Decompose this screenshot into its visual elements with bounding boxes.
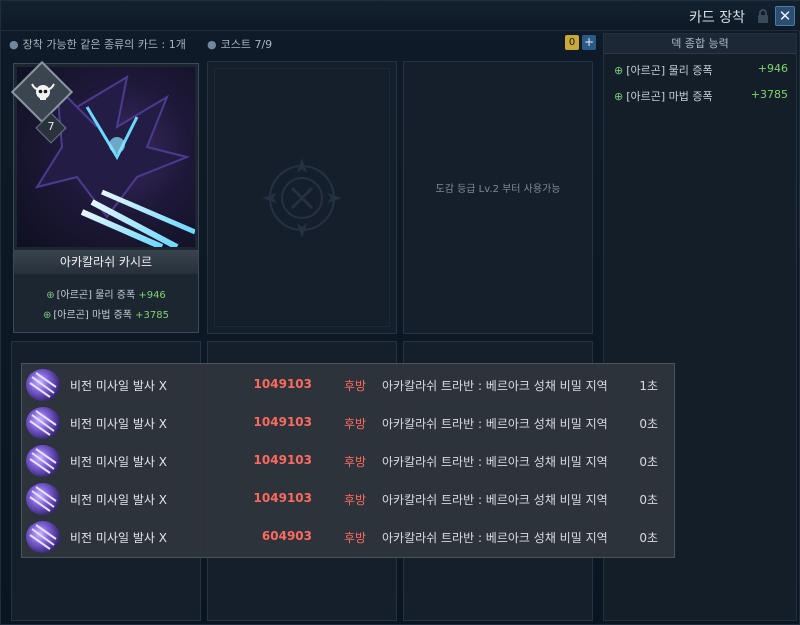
- log-target: 아카칼라쉬 트라반 : 베르아크 성채 비밀 지역: [382, 417, 608, 431]
- log-hit-type: 후방: [344, 379, 367, 393]
- arcane-missile-icon: [26, 483, 60, 515]
- log-hit-type: 후방: [344, 417, 367, 431]
- crosshair-icon: ⊕: [614, 90, 624, 103]
- card-stat-magic: ⊕ [아르곤] 마법 증폭 +3785: [43, 310, 169, 321]
- arcane-missile-icon: [26, 445, 60, 477]
- card-stat-physical: ⊕ [아르곤] 물리 증폭 +946: [46, 290, 166, 301]
- log-time: 1초: [639, 379, 658, 393]
- cost-badge: 0: [565, 35, 579, 50]
- title-bar[interactable]: 카드 장착 ✕: [1, 1, 800, 31]
- deck-stat-magic: ⊕ [아르곤] 마법 증폭 +3785: [614, 88, 788, 103]
- log-skill: 비전 미사일 발사 X: [70, 455, 167, 469]
- card-name: 아카칼라쉬 카시르: [14, 250, 198, 274]
- log-skill: 비전 미사일 발사 X: [70, 531, 167, 545]
- deck-summary-header: 덱 종합 능력: [604, 34, 796, 54]
- log-skill: 비전 미사일 발사 X: [70, 417, 167, 431]
- log-target: 아카칼라쉬 트라반 : 베르아크 성채 비밀 지역: [382, 531, 608, 545]
- log-hit-type: 후방: [344, 493, 367, 507]
- arcane-missile-icon: [26, 369, 60, 401]
- close-icon: ✕: [778, 7, 792, 25]
- card-slot-1[interactable]: 7 아카칼라쉬 카시르 ⊕ [아르곤] 물리 증폭 +946 ⊕ [아르곤] 마법 …: [10, 60, 199, 333]
- arcane-missile-icon: [26, 407, 60, 439]
- log-target: 아카칼라쉬 트라반 : 베르아크 성채 비밀 지역: [382, 455, 608, 469]
- card-slot-2[interactable]: [207, 61, 397, 334]
- deck-stat-physical: ⊕ [아르곤] 물리 증폭 +946: [614, 62, 788, 77]
- log-time: 0초: [639, 531, 658, 545]
- log-row: 비전 미사일 발사 X 1049103 후방 아카칼라쉬 트라반 : 베르아크 …: [22, 442, 676, 480]
- info-bar: ● 장착 가능한 같은 종류의 카드 : 1개 ● 코스트 7/9 0 +: [7, 33, 599, 53]
- log-row: 비전 미사일 발사 X 1049103 후방 아카칼라쉬 트라반 : 베르아크 …: [22, 366, 676, 404]
- log-damage: 1049103: [253, 377, 312, 391]
- crosshair-icon: ⊕: [43, 310, 52, 321]
- log-damage: 1049103: [253, 491, 312, 505]
- locked-slot-note: 도감 등급 Lv.2 부터 사용가능: [435, 184, 561, 195]
- crosshair-icon: ⊕: [614, 64, 624, 77]
- window-title: 카드 장착: [689, 10, 745, 26]
- log-damage: 604903: [261, 529, 312, 543]
- log-skill: 비전 미사일 발사 X: [70, 379, 167, 393]
- same-card-limit: ● 장착 가능한 같은 종류의 카드 : 1개: [9, 38, 186, 51]
- log-skill: 비전 미사일 발사 X: [70, 493, 167, 507]
- add-cost-button[interactable]: +: [582, 35, 596, 50]
- arcane-missile-icon: [26, 521, 60, 553]
- log-time: 0초: [639, 417, 658, 431]
- lock-icon[interactable]: [755, 8, 771, 24]
- log-time: 0초: [639, 493, 658, 507]
- log-damage: 1049103: [253, 453, 312, 467]
- card-equip-window: 카드 장착 ✕ ● 장착 가능한 같은 종류의 카드 : 1개 ● 코스트 7/9 …: [0, 0, 800, 625]
- cost-text: ● 코스트 7/9: [207, 38, 273, 51]
- log-hit-type: 후방: [344, 455, 367, 469]
- horned-skull-icon: [30, 78, 56, 108]
- close-button[interactable]: ✕: [775, 6, 795, 26]
- log-target: 아카칼라쉬 트라반 : 베르아크 성채 비밀 지역: [382, 493, 608, 507]
- log-row: 비전 미사일 발사 X 1049103 후방 아카칼라쉬 트라반 : 베르아크 …: [22, 404, 676, 442]
- card-slot-3-locked: 도감 등급 Lv.2 부터 사용가능: [403, 61, 593, 334]
- log-row: 비전 미사일 발사 X 604903 후방 아카칼라쉬 트라반 : 베르아크 성…: [22, 518, 676, 556]
- log-target: 아카칼라쉬 트라반 : 베르아크 성채 비밀 지역: [382, 379, 608, 393]
- log-hit-type: 후방: [344, 531, 367, 545]
- combat-log: 비전 미사일 발사 X 1049103 후방 아카칼라쉬 트라반 : 베르아크 …: [21, 363, 675, 558]
- log-damage: 1049103: [253, 415, 312, 429]
- card-level: 7: [47, 120, 55, 133]
- log-time: 0초: [639, 455, 658, 469]
- log-row: 비전 미사일 발사 X 1049103 후방 아카칼라쉬 트라반 : 베르아크 …: [22, 480, 676, 518]
- empty-slot-emblem-icon: [262, 157, 342, 238]
- crosshair-icon: ⊕: [46, 290, 55, 301]
